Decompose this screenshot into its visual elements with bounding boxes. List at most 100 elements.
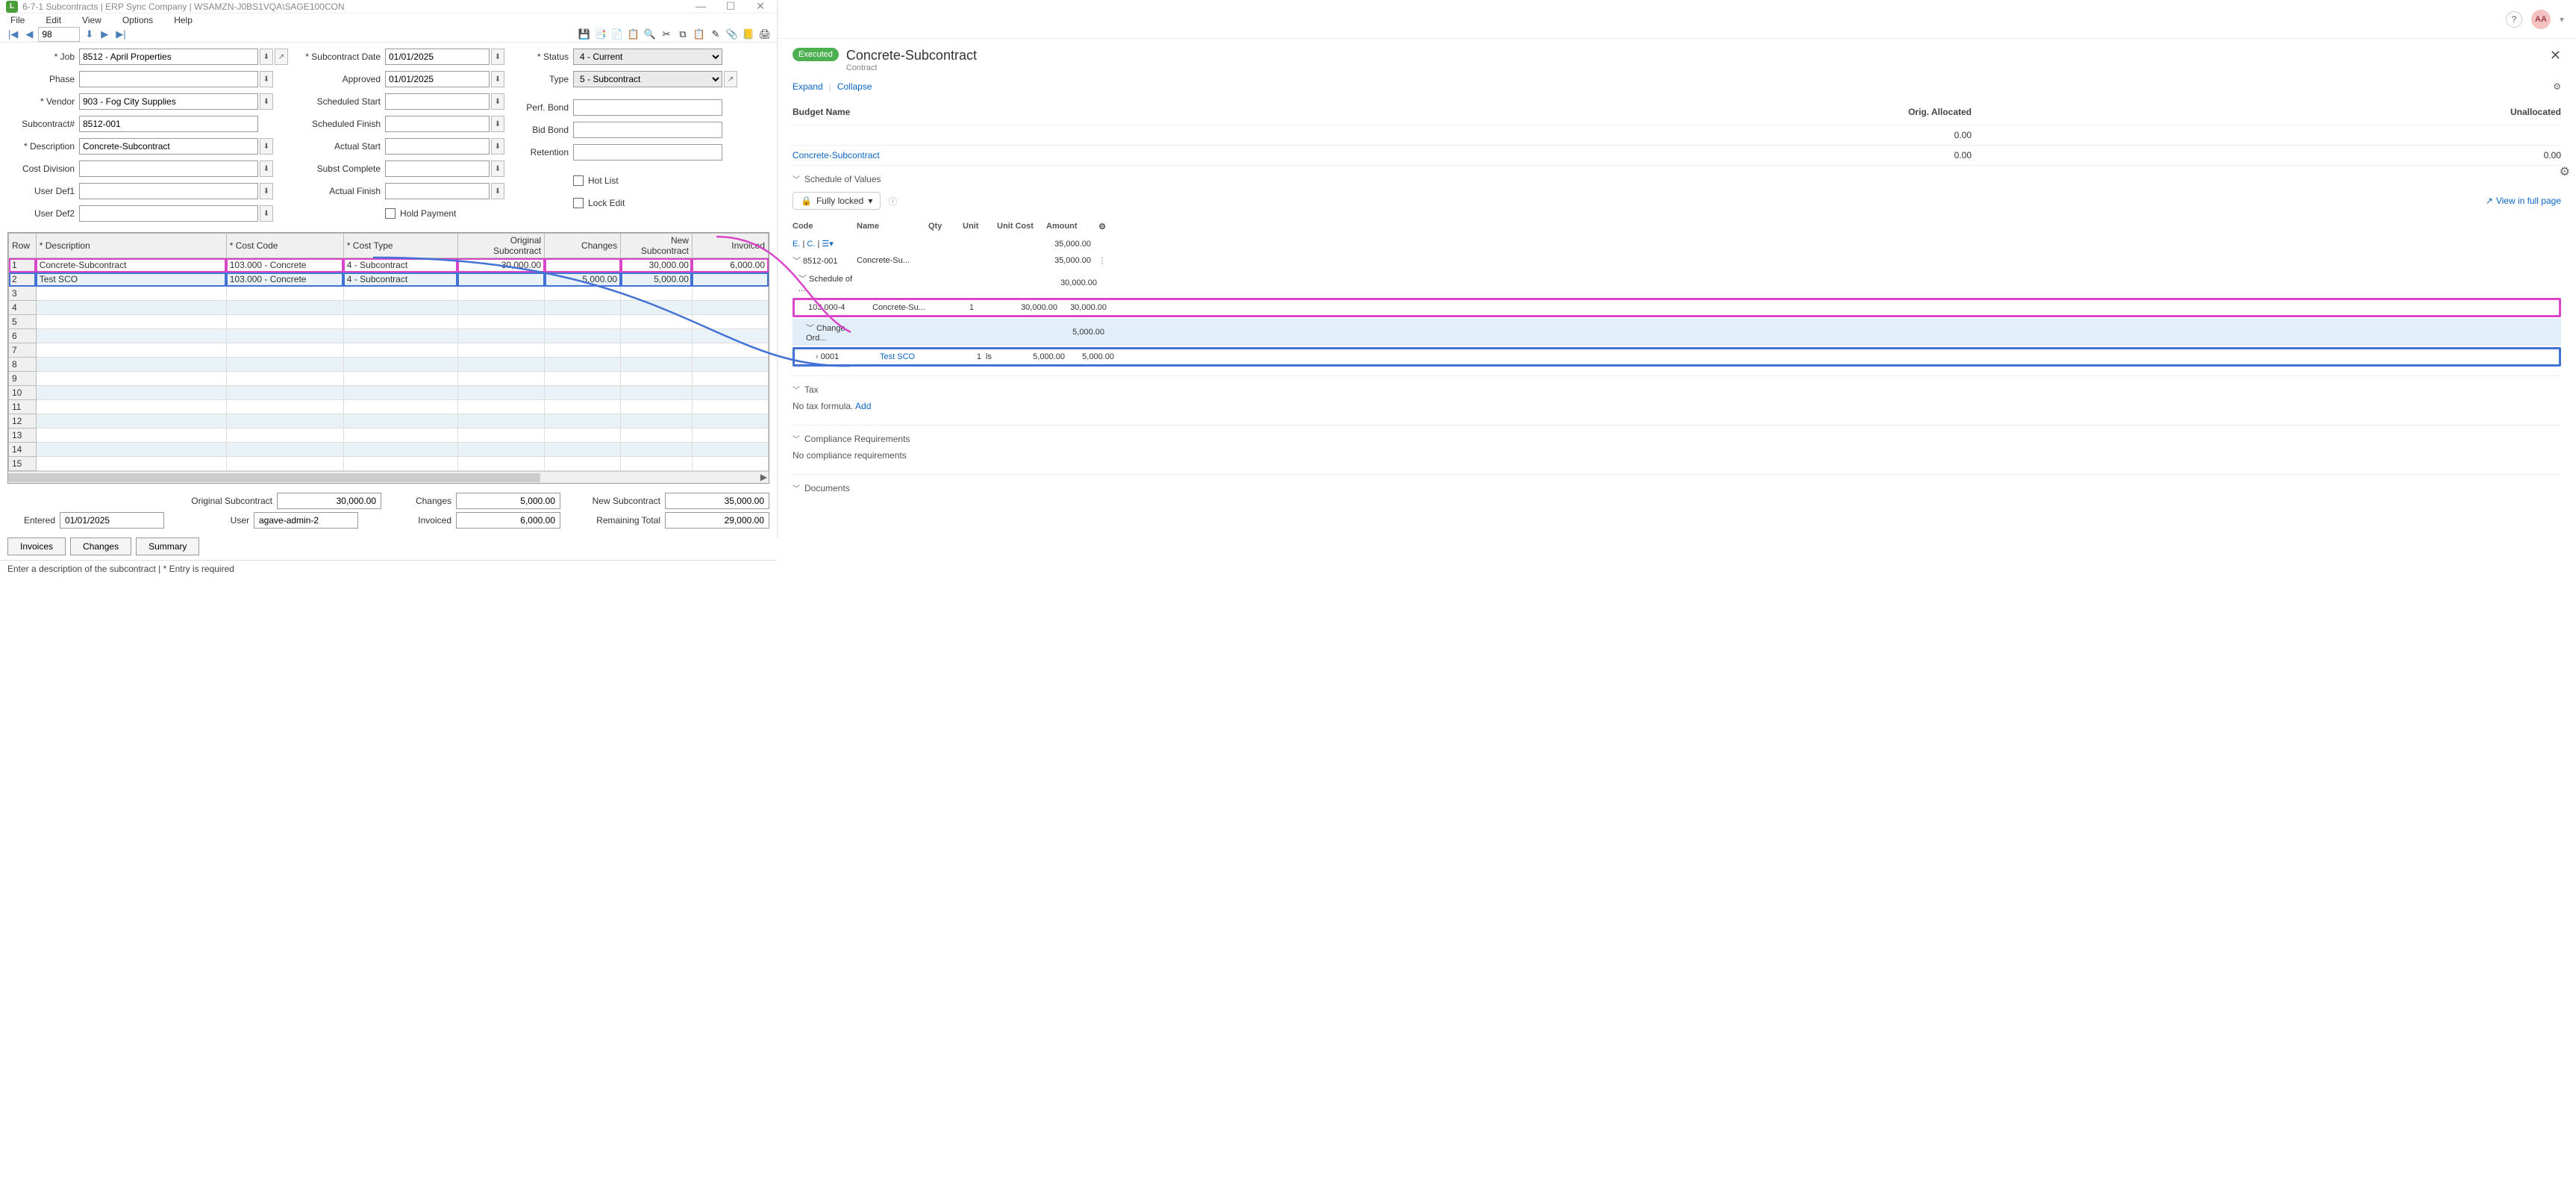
cell-changes[interactable]	[545, 457, 621, 471]
cell-costcode[interactable]	[226, 428, 343, 443]
cell-description[interactable]	[36, 443, 226, 457]
help-icon[interactable]: ?	[2506, 11, 2522, 28]
invoices-button[interactable]: Invoices	[7, 537, 66, 555]
cell-changes[interactable]	[545, 414, 621, 428]
sov-row-menu-icon[interactable]: ⋮	[1095, 256, 1109, 266]
userdef2-lookup-icon[interactable]: ⬇	[260, 205, 273, 222]
col-costcode[interactable]: * Cost Code	[226, 234, 343, 258]
cell-costcode[interactable]	[226, 414, 343, 428]
menu-file[interactable]: File	[7, 13, 28, 27]
collapse-link[interactable]: Collapse	[837, 81, 872, 92]
cell-costcode[interactable]	[226, 301, 343, 315]
actualstart-calendar-icon[interactable]: ⬇	[491, 138, 504, 155]
cell-description[interactable]	[36, 301, 226, 315]
cell-costtype[interactable]	[343, 287, 457, 301]
perfbond-input[interactable]	[573, 99, 722, 116]
cell-invoiced[interactable]	[692, 343, 768, 358]
cell-costtype[interactable]: 4 - Subcontract	[343, 258, 457, 272]
cell-newsub[interactable]	[621, 386, 693, 400]
cell-changes[interactable]	[545, 443, 621, 457]
cell-original[interactable]	[457, 343, 544, 358]
cell-costcode[interactable]	[226, 358, 343, 372]
actualfinish-calendar-icon[interactable]: ⬇	[491, 183, 504, 199]
cell-original[interactable]	[457, 358, 544, 372]
avatar[interactable]: AA	[2531, 10, 2551, 29]
costdivision-input[interactable]	[79, 161, 258, 177]
cell-changes[interactable]	[545, 315, 621, 329]
cell-newsub[interactable]: 5,000.00	[621, 272, 693, 287]
cell-costtype[interactable]	[343, 400, 457, 414]
description-lookup-icon[interactable]: ⬇	[260, 138, 273, 155]
changes-button[interactable]: Changes	[70, 537, 131, 555]
subdate-input[interactable]	[385, 49, 490, 65]
col-invoiced[interactable]: Invoiced	[692, 234, 768, 258]
note-icon[interactable]: 📒	[743, 28, 754, 40]
approved-input[interactable]	[385, 71, 490, 87]
tax-section-toggle[interactable]: ﹀Tax	[793, 384, 2561, 395]
chevron-right-icon[interactable]: ›	[816, 352, 819, 361]
cell-costtype[interactable]	[343, 329, 457, 343]
cell-original[interactable]	[457, 315, 544, 329]
job-input[interactable]	[79, 49, 258, 65]
row-number[interactable]: 1	[9, 258, 37, 272]
row-number[interactable]: 2	[9, 272, 37, 287]
cell-newsub[interactable]: 30,000.00	[621, 258, 693, 272]
grid-hscrollbar[interactable]: ◀ ▶	[8, 471, 769, 483]
sov-name-link[interactable]: Test SCO	[880, 352, 915, 361]
cell-description[interactable]	[36, 372, 226, 386]
cell-costtype[interactable]	[343, 372, 457, 386]
cell-changes[interactable]	[545, 343, 621, 358]
cell-original[interactable]	[457, 272, 544, 287]
row-number[interactable]: 15	[9, 457, 37, 471]
subdate-calendar-icon[interactable]: ⬇	[491, 49, 504, 65]
maximize-button[interactable]: ☐	[720, 0, 741, 13]
sov-row[interactable]: ﹀ Change Ord...5,000.00	[793, 319, 2561, 346]
cell-changes[interactable]	[545, 428, 621, 443]
userdef1-lookup-icon[interactable]: ⬇	[260, 183, 273, 199]
cell-description[interactable]	[36, 329, 226, 343]
paste-icon[interactable]: 📋	[693, 28, 705, 40]
row-number[interactable]: 11	[9, 400, 37, 414]
cell-costtype[interactable]	[343, 301, 457, 315]
cell-original[interactable]	[457, 457, 544, 471]
panel-gear-icon[interactable]: ⚙	[2553, 81, 2561, 92]
cell-newsub[interactable]	[621, 372, 693, 386]
documents-section-toggle[interactable]: ﹀Documents	[793, 482, 2561, 493]
col-costtype[interactable]: * Cost Type	[343, 234, 457, 258]
cell-description[interactable]	[36, 428, 226, 443]
panel-close-icon[interactable]: ✕	[2550, 48, 2561, 63]
cell-changes[interactable]	[545, 258, 621, 272]
grid-row[interactable]: 14	[9, 443, 769, 457]
budget-row-link[interactable]: Concrete-Subcontract	[793, 150, 1382, 161]
schedstart-calendar-icon[interactable]: ⬇	[491, 93, 504, 110]
cell-invoiced[interactable]	[692, 301, 768, 315]
cell-costtype[interactable]	[343, 428, 457, 443]
cell-invoiced[interactable]	[692, 457, 768, 471]
substcomplete-calendar-icon[interactable]: ⬇	[491, 161, 504, 177]
sov-settings-icon[interactable]: ⚙	[1095, 222, 1109, 231]
print-icon[interactable]: 🖨	[759, 28, 771, 40]
view-full-page-link[interactable]: ↗View in full page	[2486, 196, 2561, 206]
cell-newsub[interactable]	[621, 400, 693, 414]
grid-row[interactable]: 5	[9, 315, 769, 329]
next-record-button[interactable]: ▶	[99, 28, 110, 40]
cell-invoiced[interactable]	[692, 372, 768, 386]
sov-row[interactable]: ﹀ 8512-001Concrete-Su...35,000.00⋮	[793, 252, 2561, 269]
cell-changes[interactable]	[545, 358, 621, 372]
cell-original[interactable]	[457, 372, 544, 386]
cell-description[interactable]	[36, 315, 226, 329]
approved-calendar-icon[interactable]: ⬇	[491, 71, 504, 87]
chevron-down-icon[interactable]: ﹀	[806, 324, 814, 333]
copy-record-icon[interactable]: 📋	[628, 28, 640, 40]
sov-section-toggle[interactable]: ﹀Schedule of Values	[793, 173, 2561, 184]
actualfinish-input[interactable]	[385, 183, 490, 199]
cell-invoiced[interactable]	[692, 386, 768, 400]
description-input[interactable]	[79, 138, 258, 155]
subcontractno-input[interactable]	[79, 116, 258, 132]
cell-newsub[interactable]	[621, 358, 693, 372]
chevron-down-icon[interactable]: ﹀	[798, 275, 807, 284]
col-changes[interactable]: Changes	[545, 234, 621, 258]
list-view-icon[interactable]: ☰▾	[822, 240, 833, 249]
save-icon[interactable]: 💾	[578, 28, 590, 40]
cell-costcode[interactable]	[226, 287, 343, 301]
